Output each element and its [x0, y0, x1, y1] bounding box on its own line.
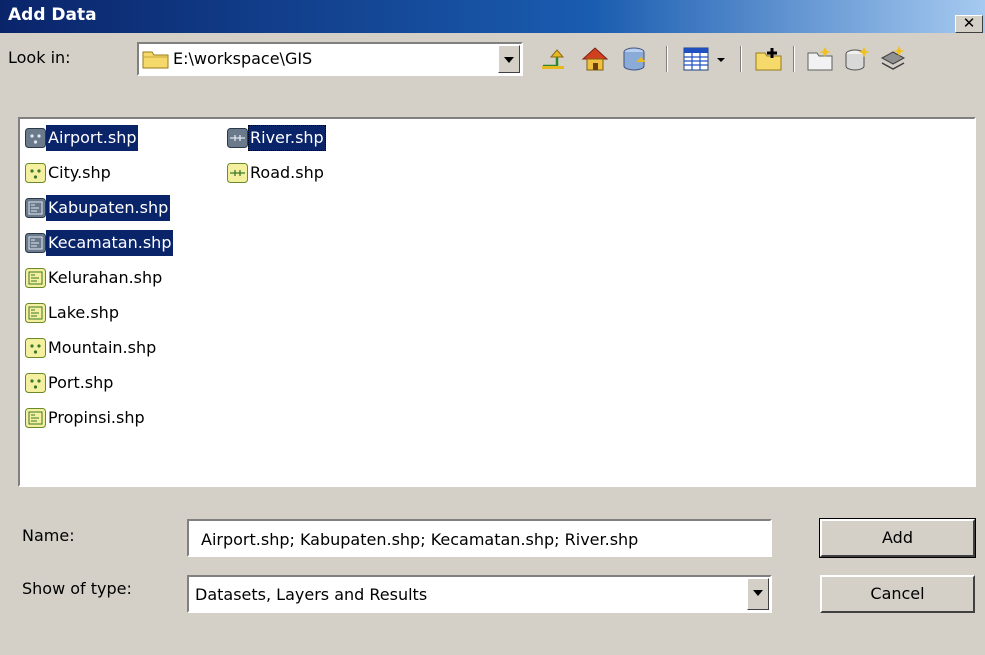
look-in-dropdown[interactable]: E:\workspace\GIS [137, 42, 523, 76]
look-in-label: Look in: [8, 48, 71, 67]
connect-folder-icon[interactable] [754, 44, 784, 74]
up-one-level-icon[interactable] [539, 44, 569, 74]
point-shapefile-icon [25, 128, 46, 148]
file-name: Port.shp [48, 373, 114, 392]
polygon-shapefile-icon [25, 408, 46, 428]
file-name: Road.shp [250, 163, 324, 182]
file-name: Kabupaten.shp [46, 195, 171, 221]
file-name: Propinsi.shp [48, 408, 145, 427]
name-field[interactable]: Airport.shp; Kabupaten.shp; Kecamatan.sh… [187, 519, 772, 557]
file-list[interactable]: Airport.shp City.shp Kabupaten.shp Kecam… [18, 117, 976, 487]
new-geodatabase-icon[interactable] [842, 44, 872, 74]
name-label: Name: [22, 526, 75, 545]
toolbar-separator [740, 46, 742, 72]
line-shapefile-icon [227, 163, 248, 183]
title-bar: Add Data ✕ [0, 0, 985, 33]
home-icon[interactable] [580, 44, 610, 74]
folder-icon [142, 51, 169, 69]
file-name: River.shp [248, 125, 326, 151]
chevron-down-icon[interactable] [498, 45, 520, 73]
file-name: Lake.shp [48, 303, 119, 322]
point-shapefile-icon [25, 373, 46, 393]
window-title: Add Data [8, 5, 97, 25]
close-button[interactable]: ✕ [955, 15, 983, 33]
point-shapefile-icon [25, 163, 46, 183]
catalog-icon[interactable] [620, 44, 650, 74]
new-layer-icon[interactable] [878, 44, 908, 74]
close-icon: ✕ [962, 14, 976, 32]
polygon-shapefile-icon [25, 233, 46, 253]
views-icon[interactable] [681, 44, 711, 74]
show-of-type-dropdown[interactable]: Datasets, Layers and Results [187, 575, 772, 613]
toolbar-separator [666, 46, 668, 72]
chevron-down-icon[interactable] [747, 578, 769, 610]
line-shapefile-icon [227, 128, 248, 148]
polygon-shapefile-icon [25, 268, 46, 288]
toolbar-separator [793, 46, 795, 72]
file-name: Kelurahan.shp [48, 268, 163, 287]
show-of-type-label: Show of type: [22, 579, 132, 598]
point-shapefile-icon [25, 338, 46, 358]
file-name: Airport.shp [46, 125, 139, 151]
cancel-button[interactable]: Cancel [820, 575, 975, 613]
polygon-shapefile-icon [25, 303, 46, 323]
add-button[interactable]: Add [819, 518, 976, 558]
file-name: Kecamatan.shp [46, 230, 174, 256]
new-folder-icon[interactable] [805, 44, 835, 74]
polygon-shapefile-icon [25, 198, 46, 218]
views-dropdown-icon[interactable] [711, 44, 731, 74]
look-in-path: E:\workspace\GIS [173, 49, 313, 68]
file-name: City.shp [48, 163, 111, 182]
file-name: Mountain.shp [48, 338, 157, 357]
show-of-type-value: Datasets, Layers and Results [195, 585, 428, 604]
